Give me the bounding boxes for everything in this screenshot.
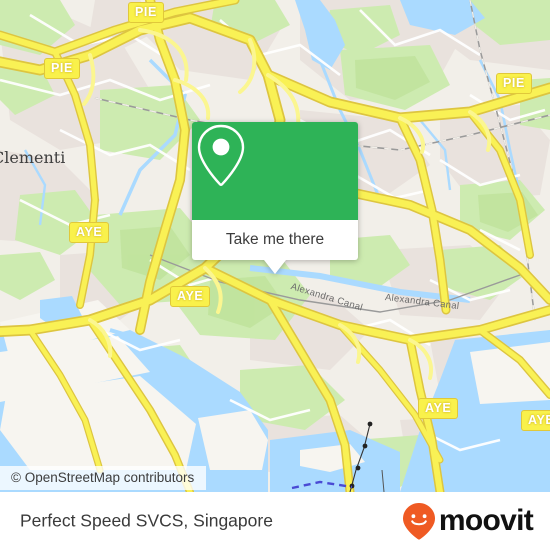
location-popup[interactable]: Take me there (192, 122, 358, 274)
place-label-clementi: Clementi (0, 148, 66, 167)
highway-shield-pie-1: PIE (128, 2, 164, 23)
map-screenshot: Clementi Alexandra Canal Alexandra Canal… (0, 0, 550, 550)
popup-action-bar[interactable]: Take me there (192, 220, 358, 260)
footer-bar: Perfect Speed SVCS, Singapore moovit (0, 492, 550, 550)
highway-shield-pie-3: PIE (496, 73, 532, 94)
moovit-logo: moovit (402, 502, 534, 540)
popup-image-panel (192, 122, 358, 220)
take-me-there-button[interactable]: Take me there (226, 231, 324, 249)
moovit-wordmark: moovit (438, 504, 534, 537)
highway-shield-aye-1: AYE (69, 222, 110, 243)
popup-pointer-tail (264, 260, 286, 274)
moovit-smiley-pin-icon (402, 503, 435, 540)
map-pin-icon (197, 124, 245, 186)
highway-shield-aye-4: AYE (521, 410, 550, 431)
location-title: Perfect Speed SVCS, Singapore (20, 510, 273, 531)
highway-shield-aye-3: AYE (418, 398, 459, 419)
highway-shield-aye-2: AYE (170, 286, 211, 307)
osm-attribution[interactable]: © OpenStreetMap contributors (0, 466, 207, 490)
highway-shield-pie-2: PIE (44, 58, 80, 79)
map-canvas[interactable]: Clementi Alexandra Canal Alexandra Canal… (0, 0, 550, 492)
